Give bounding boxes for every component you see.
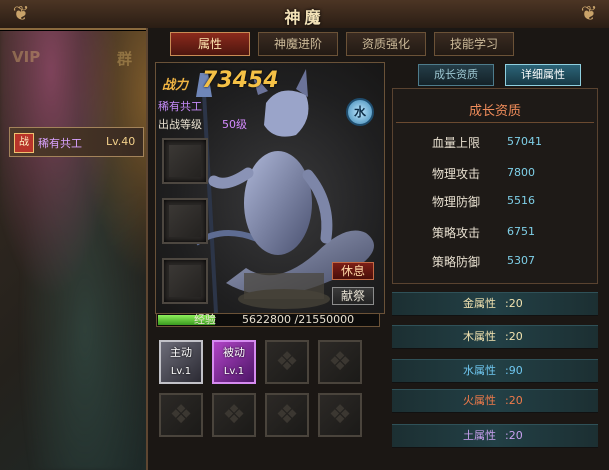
experience-label: 经验 bbox=[194, 313, 216, 326]
attribute-value-fire: :20 bbox=[505, 394, 523, 407]
battle-level-value: 50级 bbox=[222, 118, 247, 131]
attribute-name-metal: 金属性 bbox=[463, 297, 496, 310]
power-value: 73454 bbox=[202, 68, 279, 93]
empty-skill-slot[interactable] bbox=[265, 340, 309, 384]
battle-badge-icon: 战 bbox=[14, 133, 34, 153]
battle-level-label: 出战等级 bbox=[158, 118, 202, 131]
window-title: 神魔 bbox=[284, 8, 325, 27]
stat-value-physical-attack: 7800 bbox=[507, 166, 535, 179]
stat-name-physical-defense: 物理防御 bbox=[432, 195, 481, 209]
empty-skill-slot[interactable] bbox=[265, 393, 309, 437]
active-skill-label: 主动 bbox=[170, 346, 192, 359]
empty-skill-slot[interactable] bbox=[318, 340, 362, 384]
title-ornament-right-icon: ❦ bbox=[580, 1, 598, 25]
attribute-value-wood: :20 bbox=[505, 330, 523, 343]
background-vip-text: VIP bbox=[12, 48, 41, 66]
tab-detailed-attributes[interactable]: 详细属性 bbox=[505, 64, 581, 86]
stat-value-strategy-attack: 6751 bbox=[507, 225, 535, 238]
sidebar-item-name: 稀有共工 bbox=[38, 137, 82, 150]
water-element-icon: 水 bbox=[346, 98, 374, 126]
attribute-name-earth: 土属性 bbox=[463, 429, 496, 442]
growth-title: 成长资质 bbox=[468, 104, 521, 119]
passive-skill-level: Lv.1 bbox=[223, 366, 245, 377]
sacrifice-button[interactable]: 献祭 bbox=[332, 287, 374, 305]
empty-skill-slot[interactable] bbox=[159, 393, 203, 437]
stat-name-strategy-defense: 策略防御 bbox=[432, 255, 481, 269]
power-label: 战力 bbox=[162, 78, 189, 93]
passive-skill-slot[interactable]: 被动 Lv.1 bbox=[212, 340, 256, 384]
attribute-name-wood: 木属性 bbox=[463, 330, 496, 343]
tab-aptitude[interactable]: 资质强化 bbox=[346, 32, 426, 56]
attribute-value-metal: :20 bbox=[505, 297, 523, 310]
stat-name-strategy-attack: 策略攻击 bbox=[432, 226, 481, 240]
tab-growth-aptitude[interactable]: 成长资质 bbox=[418, 64, 494, 86]
attribute-name-fire: 火属性 bbox=[463, 394, 496, 407]
tab-advance[interactable]: 神魔进阶 bbox=[258, 32, 338, 56]
empty-skill-slot[interactable] bbox=[318, 393, 362, 437]
stat-name-hp: 血量上限 bbox=[432, 136, 481, 150]
tab-skills[interactable]: 技能学习 bbox=[434, 32, 514, 56]
experience-value: 5622800 /21550000 bbox=[242, 313, 355, 326]
sidebar-item-hero[interactable]: 战 稀有共工 Lv.40 bbox=[9, 127, 144, 157]
empty-skill-slot[interactable] bbox=[212, 393, 256, 437]
attribute-name-water: 水属性 bbox=[463, 364, 496, 377]
attribute-value-water: :90 bbox=[505, 364, 523, 377]
equip-slot-3[interactable] bbox=[162, 258, 208, 304]
active-skill-level: Lv.1 bbox=[170, 366, 192, 377]
background-text: 群 bbox=[117, 50, 133, 68]
stat-name-physical-attack: 物理攻击 bbox=[432, 167, 481, 181]
attribute-value-earth: :20 bbox=[505, 429, 523, 442]
rest-button[interactable]: 休息 bbox=[332, 262, 374, 280]
divider bbox=[396, 122, 594, 123]
equip-slot-1[interactable] bbox=[162, 138, 208, 184]
stat-value-hp: 57041 bbox=[507, 135, 542, 148]
sidebar-item-level: Lv.40 bbox=[106, 135, 136, 148]
equip-slot-2[interactable] bbox=[162, 198, 208, 244]
active-skill-slot[interactable]: 主动 Lv.1 bbox=[159, 340, 203, 384]
passive-skill-label: 被动 bbox=[223, 346, 245, 359]
stat-value-physical-defense: 5516 bbox=[507, 194, 535, 207]
tab-attributes[interactable]: 属性 bbox=[170, 32, 250, 56]
hero-name: 稀有共工 bbox=[158, 100, 202, 113]
game-background bbox=[0, 0, 170, 470]
stat-value-strategy-defense: 5307 bbox=[507, 254, 535, 267]
